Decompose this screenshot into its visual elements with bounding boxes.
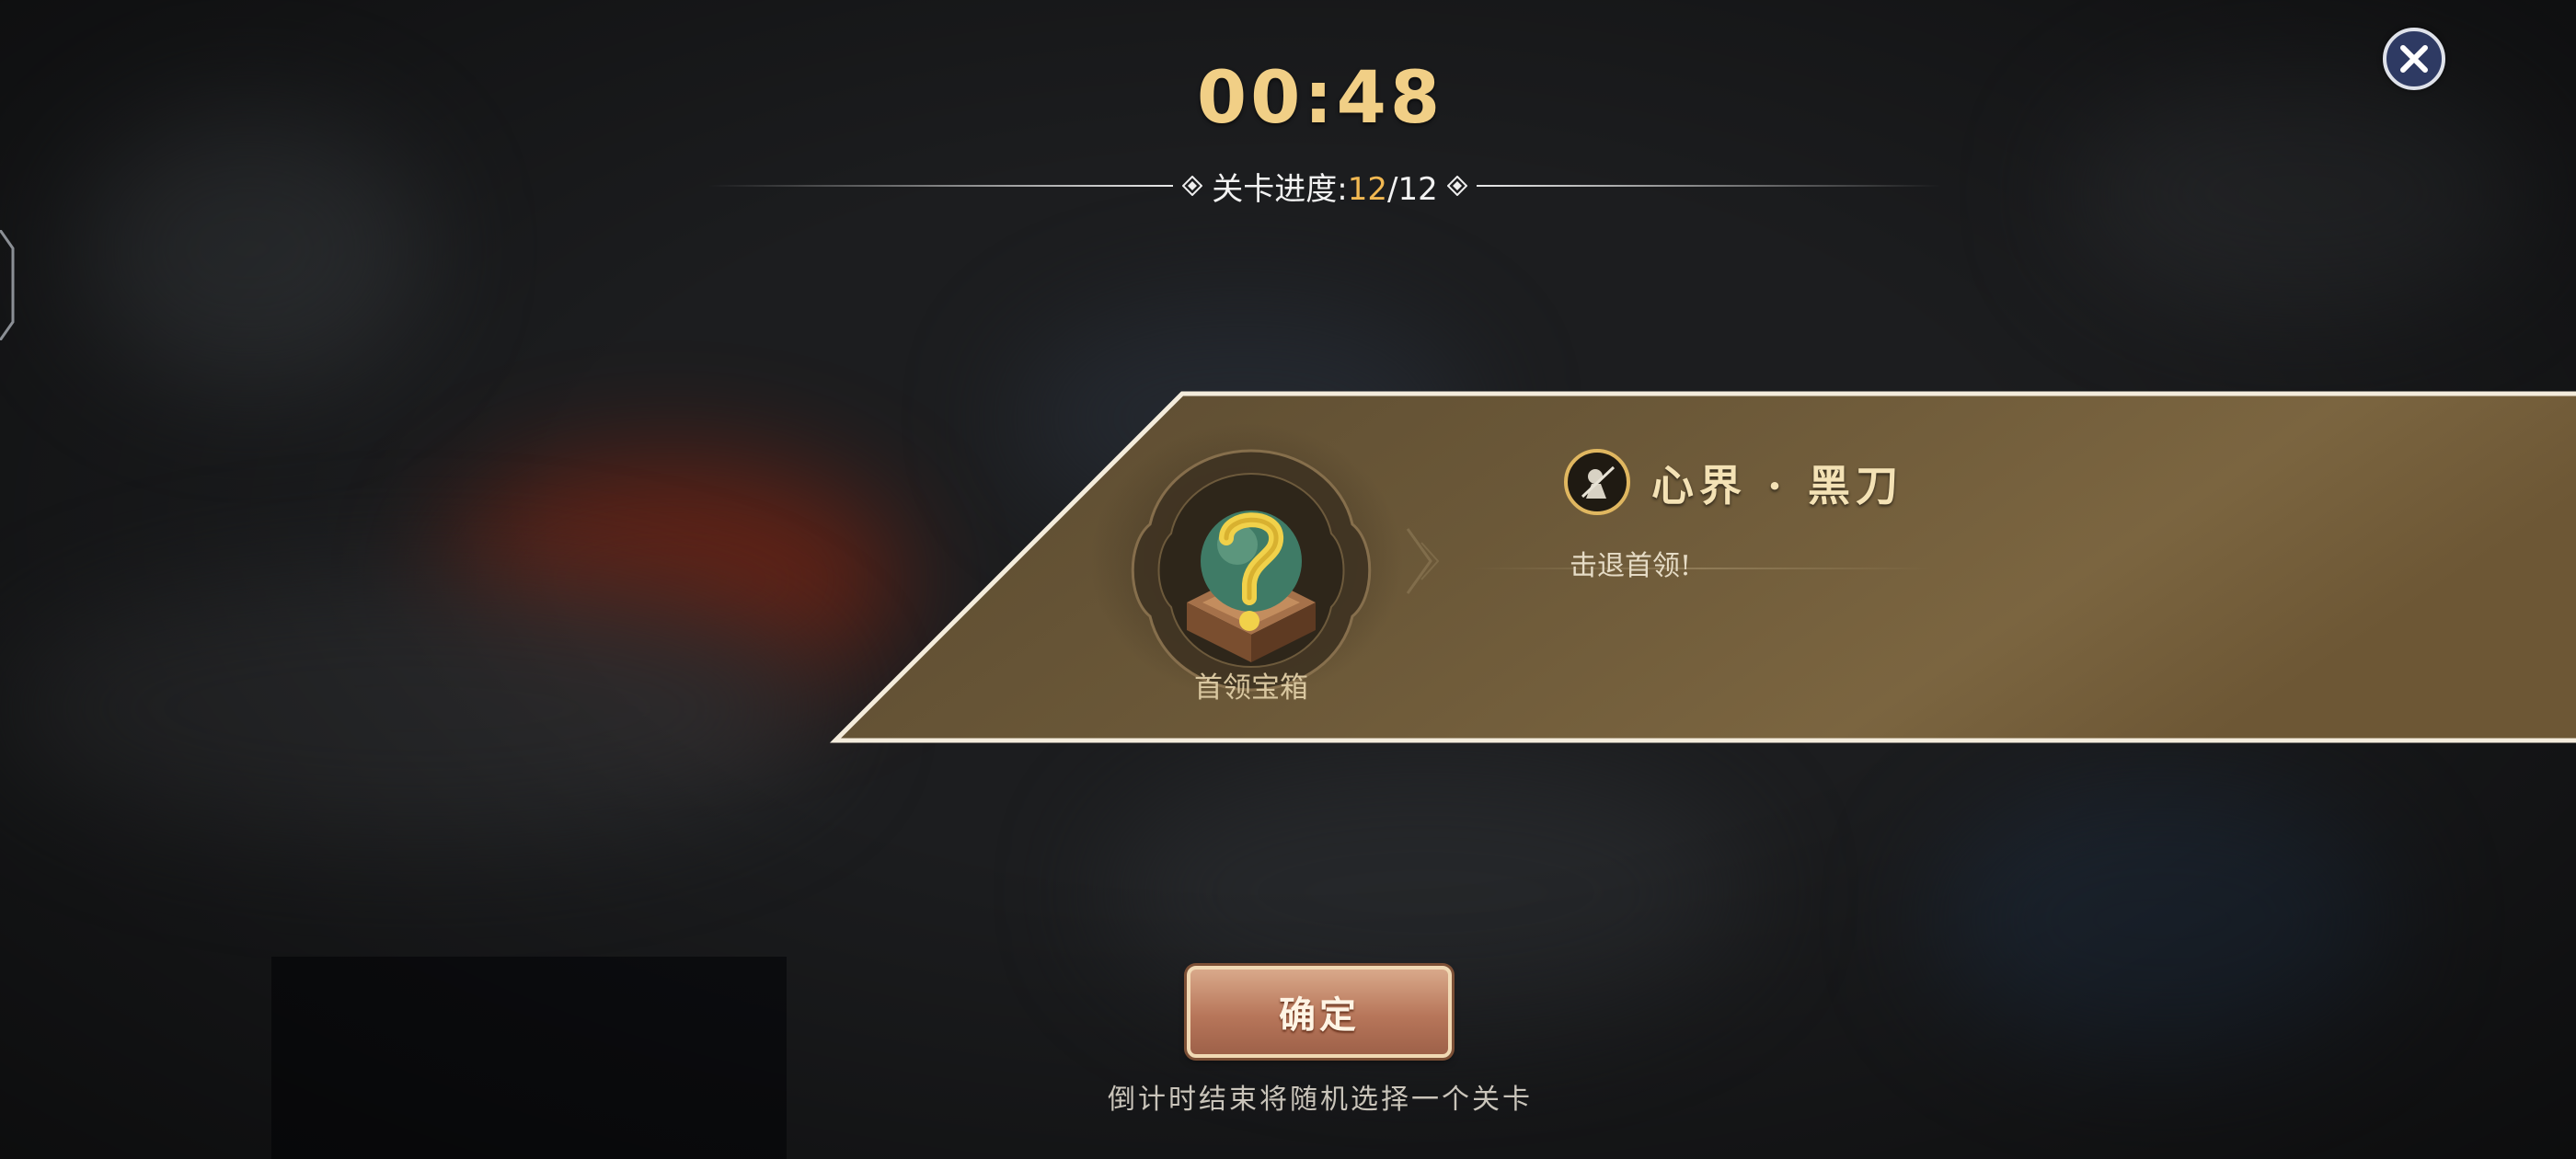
objective-divider — [1472, 568, 1932, 569]
stage-objective: 击退首领! — [1570, 550, 1692, 582]
stage-progress: 关卡进度:12/12 — [708, 164, 1941, 208]
reward-label: 首领宝箱 — [1194, 671, 1308, 705]
confirm-button[interactable]: 确定 — [1187, 966, 1452, 1058]
progress-text: 关卡进度:12/12 — [1212, 164, 1437, 209]
close-icon — [2400, 45, 2428, 73]
divider-line-right — [1476, 185, 1941, 187]
progress-separator: / — [1387, 170, 1398, 208]
progress-total: 12 — [1397, 170, 1438, 208]
side-tab-handle[interactable] — [0, 230, 17, 340]
diamond-ornament-icon — [1446, 176, 1467, 196]
progress-current: 12 — [1347, 170, 1387, 208]
countdown-timer: 00:48 — [1196, 57, 1444, 140]
boss-emblem-icon — [1564, 449, 1630, 515]
progress-label: 关卡进度: — [1212, 170, 1348, 208]
divider-line-left — [708, 185, 1174, 187]
boss-name: 心界 · 黑刀 — [1651, 461, 1904, 511]
countdown-hint: 倒计时结束将随机选择一个关卡 — [1108, 1084, 1533, 1116]
diamond-ornament-icon — [1182, 176, 1203, 196]
close-button[interactable] — [2383, 28, 2445, 90]
chevron-ornament-icon — [1406, 528, 1440, 594]
